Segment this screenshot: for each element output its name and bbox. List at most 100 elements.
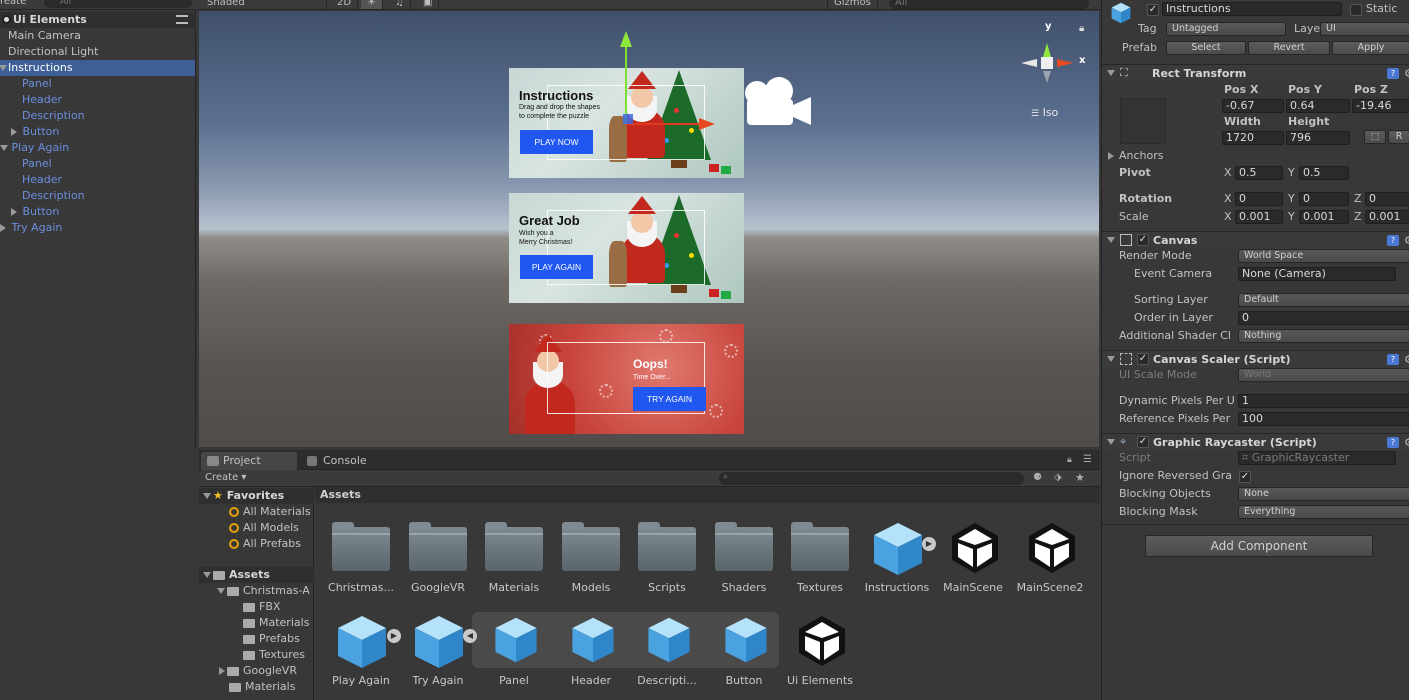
lighting-toggle-icon[interactable]: ☀: [361, 0, 383, 9]
event-camera-field[interactable]: None (Camera): [1238, 267, 1396, 281]
raw-edit-button[interactable]: R: [1388, 130, 1409, 144]
hierarchy-item-description[interactable]: Description: [22, 108, 85, 124]
move-gizmo[interactable]: [599, 29, 729, 159]
tree-folder-prefabs[interactable]: Prefabs: [243, 631, 300, 647]
collapse-arrow-icon[interactable]: ◀: [463, 629, 477, 643]
render-mode-dropdown[interactable]: World Space: [1238, 249, 1409, 263]
menu-icon[interactable]: ☰: [1083, 454, 1092, 465]
favorites-section[interactable]: ★ Favorites: [199, 488, 314, 504]
scene-view[interactable]: Instructions Drag and drop the shapes to…: [199, 11, 1099, 447]
try-again-card[interactable]: Oops! Time Over... TRY AGAIN: [509, 324, 744, 434]
hierarchy-item-panel[interactable]: Panel: [22, 156, 52, 172]
tree-folder-christmas[interactable]: Christmas-A: [217, 583, 310, 599]
project-search-input[interactable]: ⌕: [719, 472, 1024, 485]
tree-folder-googlevr[interactable]: GoogleVR: [219, 663, 297, 679]
hierarchy-item-header[interactable]: Header: [22, 92, 62, 108]
raycaster-enabled-checkbox[interactable]: ✓: [1137, 436, 1149, 448]
prefab-revert-button[interactable]: Revert: [1248, 41, 1330, 55]
help-icon[interactable]: ?: [1387, 437, 1399, 448]
play-again-button[interactable]: PLAY AGAIN: [520, 255, 593, 279]
projection-toggle[interactable]: ☰ Iso: [1031, 106, 1058, 119]
favorite-all-materials[interactable]: All Materials: [229, 504, 311, 520]
hierarchy-item-button[interactable]: Button: [11, 204, 59, 220]
graphic-raycaster-header[interactable]: ⌖ ✓ Graphic Raycaster (Script) ? ⚙: [1102, 433, 1409, 451]
pivot-x-field[interactable]: 0.5: [1235, 166, 1283, 180]
hierarchy-item-description[interactable]: Description: [22, 188, 85, 204]
favorite-star-icon[interactable]: ★: [1075, 471, 1085, 484]
scale-x-field[interactable]: 0.001: [1235, 210, 1283, 224]
pos-y-field[interactable]: 0.64: [1286, 99, 1350, 113]
canvas-scaler-enabled-checkbox[interactable]: ✓: [1137, 353, 1149, 365]
collapse-triangle-icon[interactable]: [219, 667, 225, 675]
expand-triangle-icon[interactable]: [203, 493, 211, 499]
rotation-y-field[interactable]: 0: [1299, 192, 1349, 206]
sorting-layer-dropdown[interactable]: Default: [1238, 293, 1409, 307]
collapse-triangle-icon[interactable]: [11, 128, 17, 136]
expand-triangle-icon[interactable]: [1107, 356, 1115, 362]
prefab-apply-button[interactable]: Apply: [1332, 41, 1409, 55]
assets-section[interactable]: Assets: [199, 567, 314, 583]
hierarchy-item-play-again[interactable]: Play Again: [0, 140, 69, 156]
help-icon[interactable]: ?: [1387, 235, 1399, 246]
canvas-scaler-header[interactable]: ✓ Canvas Scaler (Script) ? ⚙: [1102, 350, 1409, 368]
hierarchy-search-input[interactable]: All: [44, 0, 192, 8]
camera-icon[interactable]: [739, 73, 819, 133]
reference-pixels-field[interactable]: 100: [1238, 412, 1409, 426]
anchors-row[interactable]: Anchors: [1102, 148, 1409, 164]
gear-icon[interactable]: ⚙: [1404, 353, 1409, 366]
help-icon[interactable]: ?: [1387, 354, 1399, 365]
canvas-enabled-checkbox[interactable]: ✓: [1137, 234, 1149, 246]
layer-dropdown[interactable]: UI: [1320, 22, 1409, 36]
shading-mode-dropdown[interactable]: Shaded: [201, 0, 327, 9]
hierarchy-item-main-camera[interactable]: Main Camera: [8, 28, 81, 44]
rotation-z-field[interactable]: 0: [1365, 192, 1409, 206]
rect-transform-header[interactable]: ⛶ Rect Transform ? ⚙: [1102, 64, 1409, 82]
anchor-preset-button[interactable]: [1120, 98, 1166, 144]
active-checkbox[interactable]: ✓: [1147, 4, 1159, 16]
pivot-y-field[interactable]: 0.5: [1299, 166, 1349, 180]
expand-arrow-icon[interactable]: ▶: [387, 629, 401, 643]
hierarchy-item-panel[interactable]: Panel: [22, 76, 52, 92]
project-create-button[interactable]: Create ▾: [205, 472, 246, 483]
pos-z-field[interactable]: -19.46: [1352, 99, 1409, 113]
gizmos-dropdown[interactable]: Gizmos: [827, 0, 878, 9]
hierarchy-item-try-again[interactable]: Try Again: [0, 220, 62, 236]
expand-triangle-icon[interactable]: [203, 572, 211, 578]
filter-label-icon[interactable]: ⬗: [1054, 472, 1062, 483]
collapse-triangle-icon[interactable]: [0, 224, 6, 232]
gear-icon[interactable]: ⚙: [1404, 234, 1409, 247]
dynamic-pixels-field[interactable]: 1: [1238, 394, 1409, 408]
object-name-field[interactable]: Instructions: [1162, 2, 1342, 16]
tree-folder-fbx[interactable]: FBX: [243, 599, 280, 615]
scale-z-field[interactable]: 0.001: [1365, 210, 1409, 224]
prefab-select-button[interactable]: Select: [1166, 41, 1246, 55]
blocking-objects-dropdown[interactable]: None: [1238, 487, 1409, 501]
hierarchy-item-instructions[interactable]: Instructions: [0, 60, 195, 76]
width-field[interactable]: 1720: [1222, 131, 1284, 145]
gear-icon[interactable]: ⚙: [1404, 67, 1409, 80]
height-field[interactable]: 796: [1286, 131, 1350, 145]
canvas-header[interactable]: ✓ Canvas ? ⚙: [1102, 231, 1409, 249]
gear-icon[interactable]: ⚙: [1404, 436, 1409, 449]
favorite-all-prefabs[interactable]: All Prefabs: [229, 536, 301, 552]
blueprint-mode-button[interactable]: ⬚: [1364, 130, 1386, 144]
expand-triangle-icon[interactable]: [0, 145, 8, 151]
add-component-button[interactable]: Add Component: [1145, 535, 1373, 557]
expand-triangle-icon[interactable]: [1107, 70, 1115, 76]
expand-triangle-icon[interactable]: [217, 588, 225, 594]
help-icon[interactable]: ?: [1387, 68, 1399, 79]
expand-arrow-icon[interactable]: ▶: [922, 537, 936, 551]
rotation-x-field[interactable]: 0: [1235, 192, 1283, 206]
scale-y-field[interactable]: 0.001: [1299, 210, 1349, 224]
audio-toggle-icon[interactable]: ♫: [389, 0, 411, 9]
lock-icon[interactable]: 🔒︎: [1067, 455, 1072, 465]
additional-shader-dropdown[interactable]: Nothing: [1238, 329, 1409, 343]
collapse-triangle-icon[interactable]: [1108, 152, 1114, 160]
expand-triangle-icon[interactable]: [0, 65, 7, 71]
hierarchy-item-header[interactable]: Header: [22, 172, 62, 188]
menu-icon[interactable]: [176, 15, 188, 24]
scene-search-input[interactable]: All: [889, 0, 1089, 9]
order-in-layer-field[interactable]: 0: [1238, 311, 1409, 325]
tree-folder-textures[interactable]: Textures: [243, 647, 305, 663]
favorite-all-models[interactable]: All Models: [229, 520, 299, 536]
